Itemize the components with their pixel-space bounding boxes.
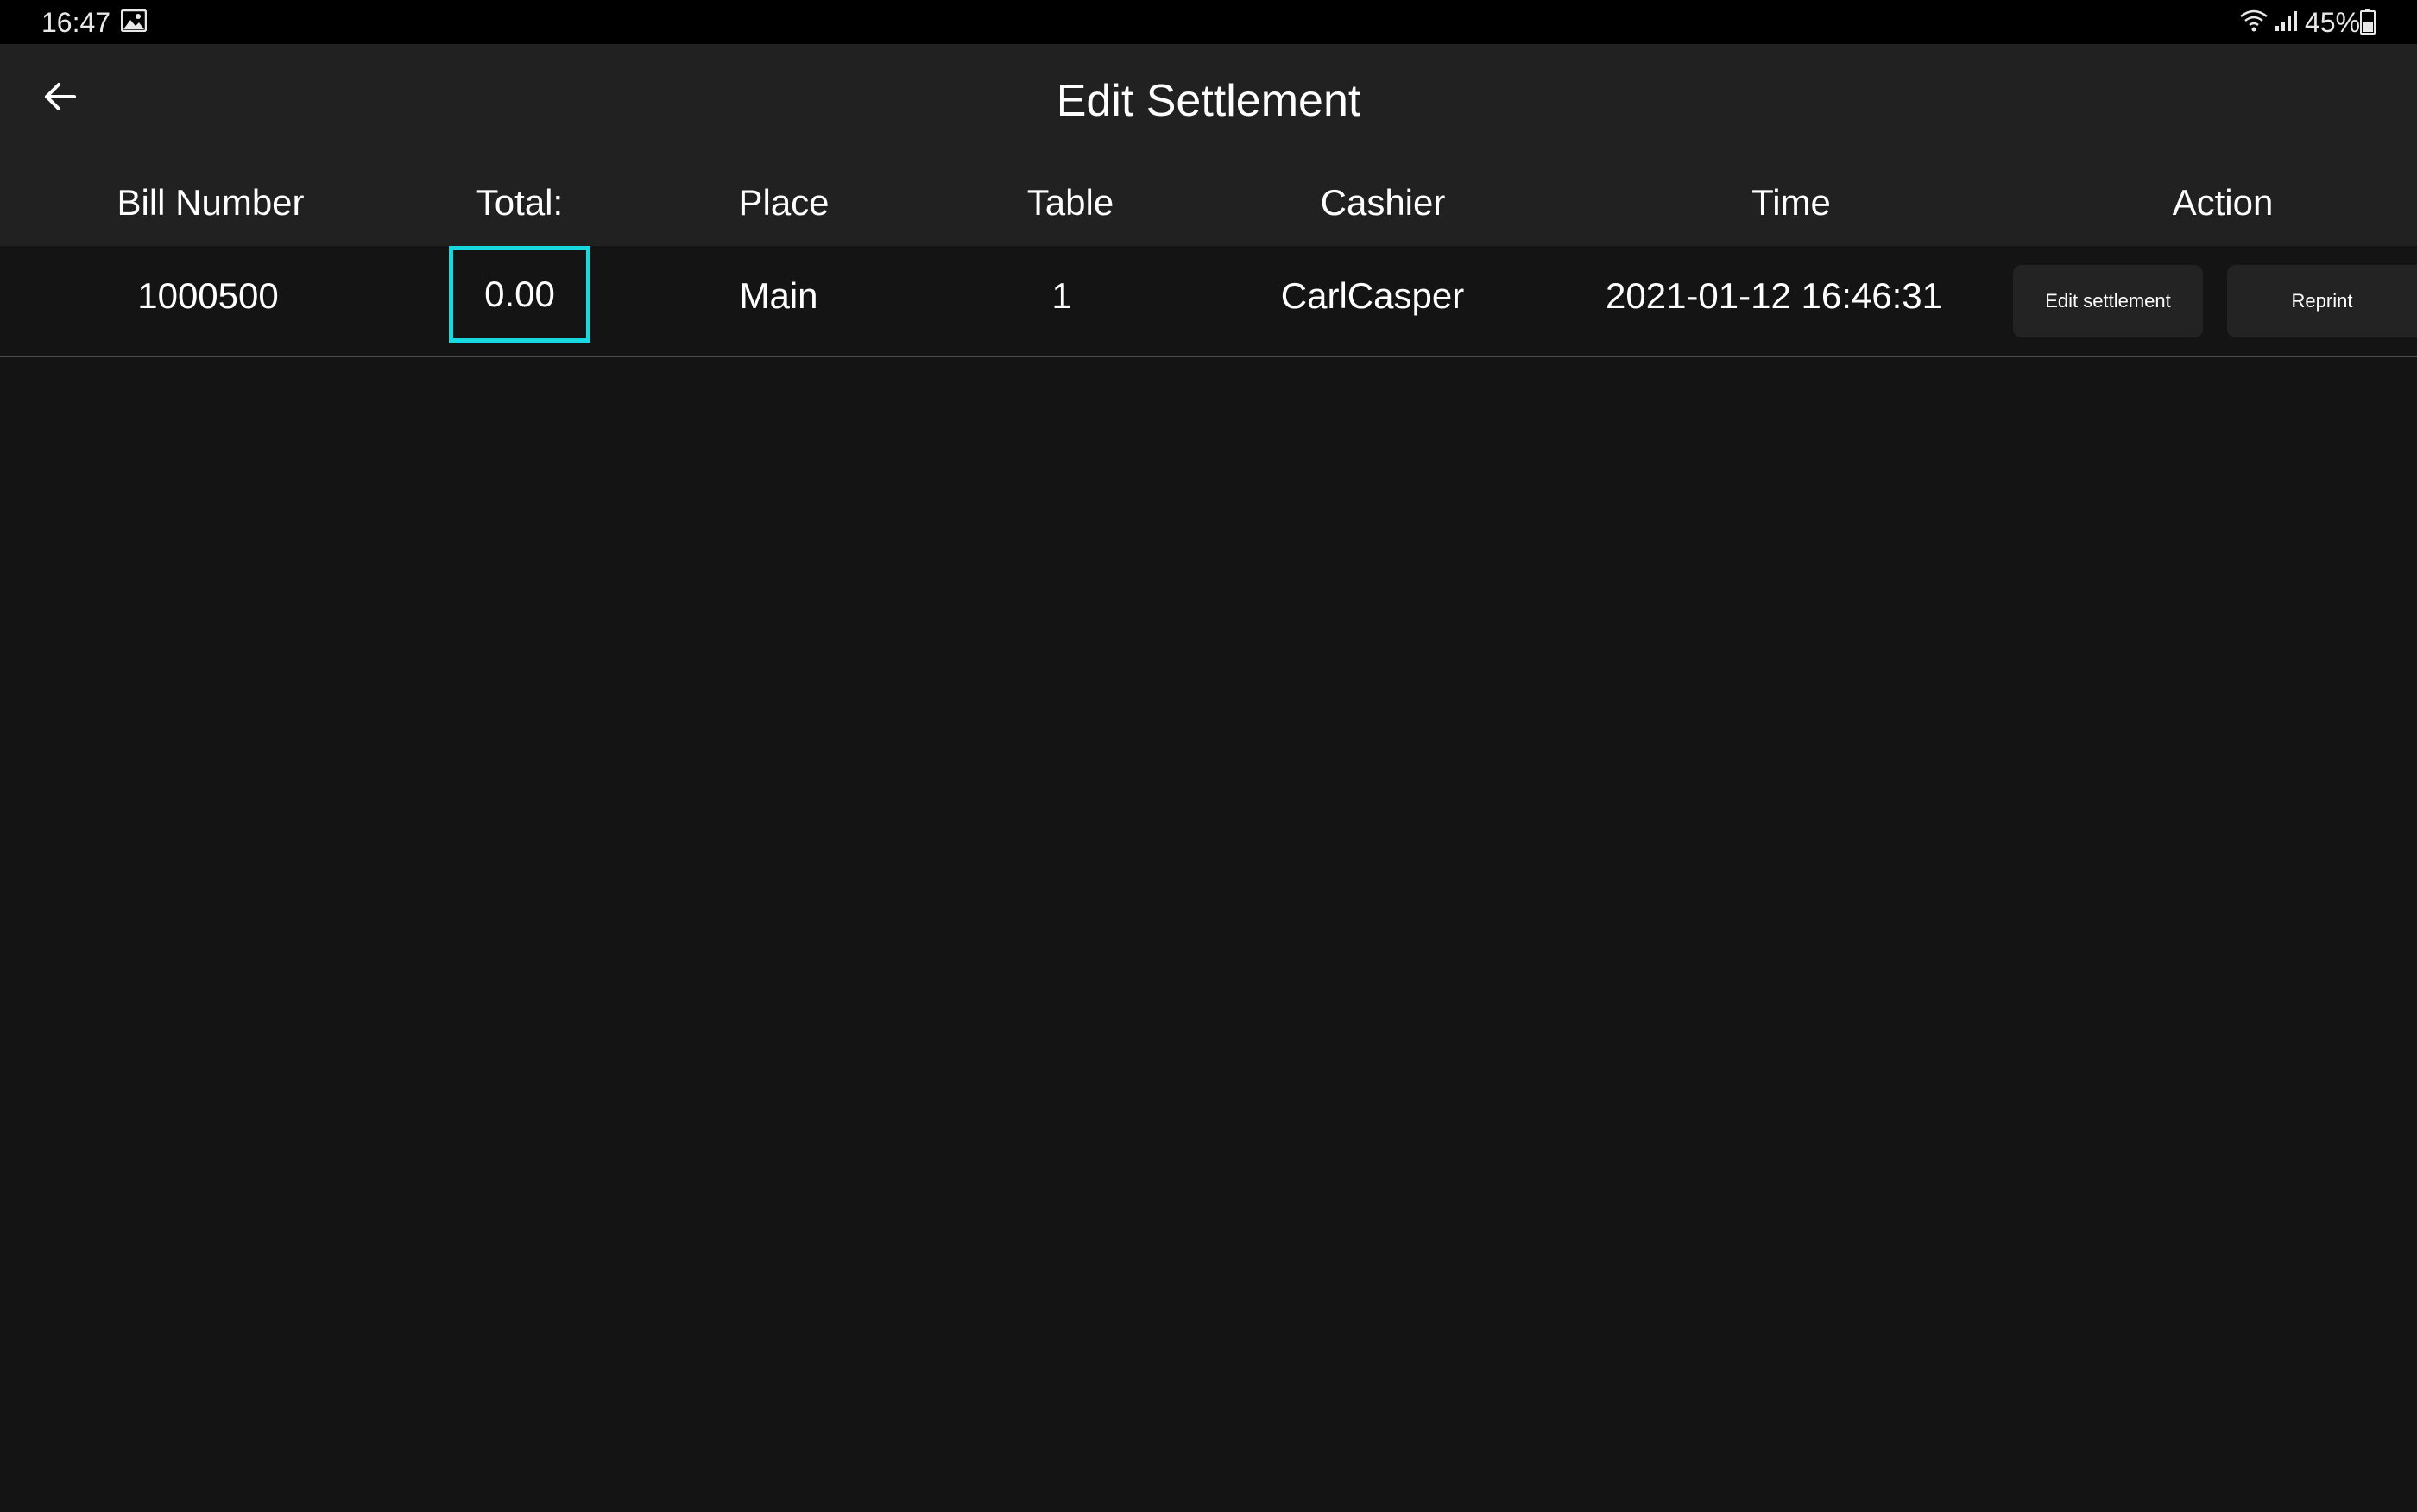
cell-total-selected[interactable]: 0.00 (449, 246, 590, 343)
wifi-icon (2240, 9, 2268, 32)
cell-cashier: CarlCasper (1280, 275, 1465, 316)
screen: 16:47 45% Edit Settlement Bill Number To… (0, 0, 2417, 1512)
back-button[interactable] (31, 68, 88, 125)
status-time: 16:47 (41, 7, 111, 38)
page-title: Edit Settlement (1056, 76, 1361, 126)
cell-place: Main (739, 275, 818, 316)
battery-icon (2360, 9, 2376, 35)
arrow-left-icon (45, 83, 76, 110)
column-header-cashier: Cashier (1320, 182, 1446, 223)
table-row[interactable]: 1000500 0.00 Main 1 CarlCasper 2021-01-1… (0, 246, 2417, 357)
reprint-button[interactable]: Reprint (2227, 265, 2417, 337)
column-header-action: Action (2172, 182, 2274, 223)
edit-settlement-button[interactable]: Edit settlement (2013, 265, 2203, 337)
status-bar: 16:47 45% (0, 0, 2417, 44)
column-header-time: Time (1751, 182, 1831, 223)
table-header: Bill Number Total: Place Table Cashier T… (0, 171, 2417, 249)
column-header-total: Total: (476, 182, 564, 223)
column-header-bill-number: Bill Number (117, 182, 305, 223)
cell-table: 1 (1051, 275, 1072, 316)
column-header-table: Table (1026, 182, 1114, 223)
gallery-icon (121, 9, 147, 32)
column-header-place: Place (738, 182, 830, 223)
battery-percentage: 45% (2305, 7, 2361, 38)
cell-time: 2021-01-12 16:46:31 (1606, 275, 1942, 316)
cell-bill-number: 1000500 (137, 275, 279, 316)
signal-icon (2275, 11, 2297, 31)
